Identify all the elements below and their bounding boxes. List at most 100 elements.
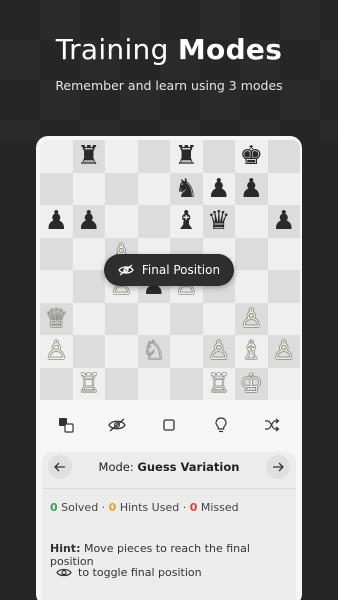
board-square[interactable] (40, 140, 73, 173)
board-square[interactable]: ♟ (40, 205, 73, 238)
board-square[interactable] (170, 335, 203, 368)
board-toolbar (40, 406, 298, 444)
divider (42, 488, 296, 489)
board-square[interactable]: ♖ (202, 367, 235, 400)
chess-piece[interactable]: ♟ (207, 176, 230, 202)
board-square[interactable] (267, 172, 300, 205)
chess-piece[interactable]: ♙ (45, 338, 68, 364)
chess-piece[interactable]: ♙ (207, 338, 230, 364)
board-square[interactable] (105, 302, 138, 335)
mode-selector: Mode: Guess Variation (42, 452, 296, 482)
chess-piece[interactable]: ♚ (240, 143, 263, 169)
board-square[interactable] (267, 270, 300, 303)
board-square[interactable] (235, 237, 268, 270)
board-square[interactable] (170, 302, 203, 335)
solved-count: 0 (50, 501, 58, 514)
app-screen: ♜♜♚♞♟♟♟♟♝♛♟♙♙♟♙♕♙♙♘♙♗♙♖♖♔ Final Position (36, 136, 302, 600)
board-square[interactable]: ♘ (137, 335, 170, 368)
chess-piece[interactable]: ♙ (272, 338, 295, 364)
eye-icon (56, 568, 72, 577)
chess-piece[interactable]: ♟ (240, 176, 263, 202)
board-square[interactable]: ♟ (267, 205, 300, 238)
chess-piece[interactable]: ♜ (77, 143, 100, 169)
board-square[interactable]: ♗ (235, 335, 268, 368)
board-square[interactable]: ♙ (235, 302, 268, 335)
board-square[interactable] (137, 140, 170, 173)
swap-colors-button[interactable] (51, 410, 81, 440)
chess-piece[interactable]: ♟ (77, 208, 100, 234)
board-square[interactable]: ♝ (170, 205, 203, 238)
board-square[interactable] (267, 367, 300, 400)
chess-piece[interactable]: ♗ (240, 338, 263, 364)
board-square[interactable]: ♜ (170, 140, 203, 173)
board-square[interactable] (137, 302, 170, 335)
board-square[interactable]: ♟ (235, 172, 268, 205)
chess-piece[interactable]: ♘ (142, 338, 165, 364)
board-square[interactable] (72, 335, 105, 368)
board-square[interactable] (72, 172, 105, 205)
board-square[interactable] (137, 172, 170, 205)
board-square[interactable] (40, 172, 73, 205)
stop-icon (163, 419, 175, 431)
chess-piece[interactable]: ♟ (272, 208, 295, 234)
board-square[interactable] (267, 237, 300, 270)
board-square[interactable] (235, 270, 268, 303)
board-square[interactable] (267, 302, 300, 335)
board-square[interactable]: ♙ (267, 335, 300, 368)
board-square[interactable] (72, 270, 105, 303)
board-square[interactable]: ♖ (72, 367, 105, 400)
board-square[interactable] (105, 335, 138, 368)
board-square[interactable] (72, 237, 105, 270)
board-square[interactable] (40, 270, 73, 303)
board-square[interactable] (105, 205, 138, 238)
board-square[interactable] (202, 140, 235, 173)
board-square[interactable] (235, 205, 268, 238)
chess-piece[interactable]: ♖ (207, 371, 230, 397)
chess-piece[interactable]: ♕ (45, 306, 68, 332)
board-square[interactable]: ♙ (202, 335, 235, 368)
chess-piece[interactable]: ♖ (77, 371, 100, 397)
board-square[interactable]: ♙ (40, 335, 73, 368)
shuffle-icon (265, 418, 280, 432)
board-square[interactable] (202, 302, 235, 335)
board-square[interactable] (105, 172, 138, 205)
board-square[interactable] (105, 367, 138, 400)
chess-piece[interactable]: ♜ (175, 143, 198, 169)
stop-button[interactable] (154, 410, 184, 440)
board-square[interactable] (72, 302, 105, 335)
board-square[interactable]: ♟ (202, 172, 235, 205)
mode-panel: Mode: Guess Variation 0 Solved · 0 Hints… (42, 452, 296, 600)
arrow-left-icon (54, 462, 65, 472)
chess-piece[interactable]: ♛ (207, 208, 230, 234)
board-square[interactable] (137, 205, 170, 238)
toggle-final-position-button[interactable] (102, 410, 132, 440)
chess-piece[interactable]: ♙ (240, 306, 263, 332)
board-square[interactable]: ♞ (170, 172, 203, 205)
board-square[interactable] (105, 140, 138, 173)
eye-off-icon (108, 418, 127, 432)
background-pattern (0, 0, 338, 140)
shuffle-button[interactable] (257, 410, 287, 440)
board-square[interactable]: ♜ (72, 140, 105, 173)
page-title: Training Modes (55, 33, 283, 66)
previous-mode-button[interactable] (48, 455, 72, 479)
board-square[interactable] (40, 237, 73, 270)
board-square[interactable]: ♛ (202, 205, 235, 238)
board-square[interactable] (137, 367, 170, 400)
chess-piece[interactable]: ♞ (175, 176, 198, 202)
eye-off-icon (118, 264, 134, 276)
board-square[interactable]: ♔ (235, 367, 268, 400)
chess-piece[interactable]: ♔ (240, 371, 263, 397)
board-square[interactable] (267, 140, 300, 173)
chess-piece[interactable]: ♝ (175, 208, 198, 234)
next-mode-button[interactable] (266, 455, 290, 479)
swap-colors-icon (58, 418, 74, 433)
chess-piece[interactable]: ♟ (45, 208, 68, 234)
board-square[interactable]: ♚ (235, 140, 268, 173)
board-square[interactable] (170, 367, 203, 400)
final-position-tooltip: Final Position (104, 254, 234, 286)
hint-button[interactable] (206, 410, 236, 440)
board-square[interactable] (40, 367, 73, 400)
board-square[interactable]: ♕ (40, 302, 73, 335)
board-square[interactable]: ♟ (72, 205, 105, 238)
